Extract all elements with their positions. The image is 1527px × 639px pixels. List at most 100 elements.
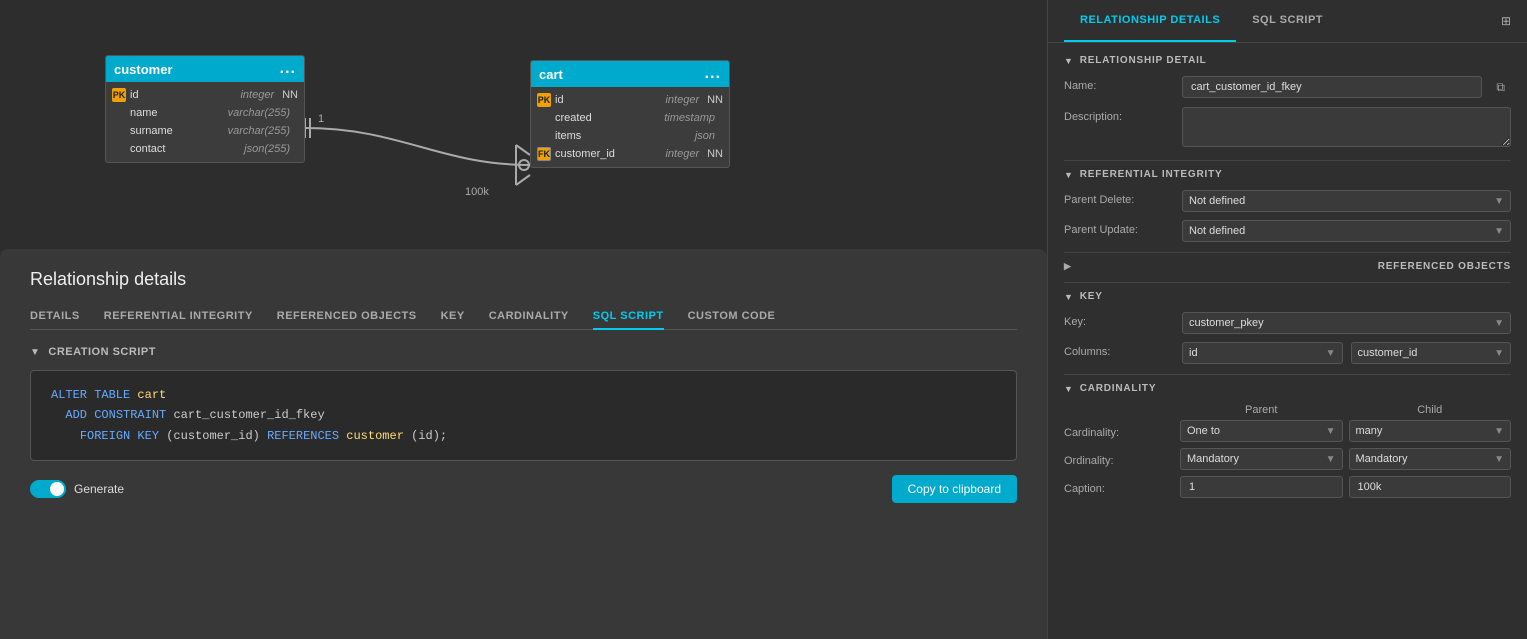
- referenced-objects-header[interactable]: ▶ REFERENCED OBJECTS: [1064, 261, 1511, 272]
- col-type: varchar(255): [228, 107, 290, 119]
- table-row: FK customer_id integer NN: [531, 145, 729, 163]
- col-name: name: [130, 107, 224, 119]
- parent-header-label: Parent: [1180, 404, 1343, 416]
- chevron-down-icon: ▼: [1488, 426, 1510, 437]
- right-tab-sql-script[interactable]: SQL SCRIPT: [1236, 0, 1339, 42]
- caption-child-value: 100k: [1349, 476, 1512, 498]
- cart-table-header[interactable]: cart ...: [531, 61, 729, 87]
- tab-cardinality[interactable]: CARDINALITY: [489, 304, 569, 330]
- right-panel-header: RELATIONSHIP DETAILS SQL SCRIPT ⊞: [1048, 0, 1527, 43]
- caption-label: Caption:: [1064, 479, 1174, 495]
- columns-left-select[interactable]: id: [1183, 343, 1320, 363]
- customer-table-menu[interactable]: ...: [280, 60, 296, 78]
- cardinality-label: Cardinality:: [1064, 423, 1174, 439]
- generate-label: Generate: [74, 482, 124, 496]
- customer-table-header[interactable]: customer ...: [106, 56, 304, 82]
- col-nn: NN: [707, 94, 723, 106]
- cardinality-parent-select-wrap: One to ▼: [1180, 420, 1343, 442]
- kw-add: ADD CONSTRAINT: [65, 408, 166, 422]
- parent-delete-value: Not defined ▼: [1182, 190, 1511, 212]
- name-input[interactable]: [1182, 76, 1482, 98]
- tab-referential-integrity[interactable]: REFERENTIAL INTEGRITY: [104, 304, 253, 330]
- customer-table-body: PK id integer NN name varchar(255) surna…: [106, 82, 304, 162]
- cart-table-menu[interactable]: ...: [705, 65, 721, 83]
- col-type: timestamp: [664, 112, 715, 124]
- table-row: items json: [531, 127, 729, 145]
- tab-sql-script[interactable]: SQL SCRIPT: [593, 304, 664, 330]
- col-type: integer: [665, 94, 699, 106]
- col-name: surname: [130, 125, 224, 137]
- ordinality-parent-select-wrap: Mandatory ▼: [1180, 448, 1343, 470]
- col-nn: NN: [282, 89, 298, 101]
- creation-script-header[interactable]: ▼ CREATION SCRIPT: [30, 346, 1017, 358]
- customer-table: customer ... PK id integer NN name varch…: [105, 55, 305, 163]
- relationship-detail-section: ▼ RELATIONSHIP DETAIL Name: ⧉ Descriptio…: [1064, 55, 1511, 150]
- ordinality-row: Ordinality: Mandatory ▼ Mandatory ▼: [1064, 448, 1511, 470]
- ordinality-parent-select[interactable]: Mandatory: [1181, 449, 1320, 469]
- key-value: customer_pkey ▼: [1182, 312, 1511, 334]
- cardinality-header[interactable]: ▼ CARDINALITY: [1064, 383, 1511, 394]
- pk-fk-icon: PK: [112, 88, 126, 102]
- description-label: Description:: [1064, 107, 1174, 123]
- parent-update-select[interactable]: Not defined: [1183, 221, 1488, 241]
- table-row: contact json(255): [106, 140, 304, 158]
- chevron-down-icon: ▼: [1320, 454, 1342, 465]
- right-header-icons: ⊞: [1501, 14, 1511, 28]
- copy-name-icon[interactable]: ⧉: [1490, 76, 1511, 99]
- description-field-row: Description:: [1064, 107, 1511, 150]
- referential-integrity-title: REFERENTIAL INTEGRITY: [1080, 169, 1223, 180]
- svg-text:100k: 100k: [465, 186, 489, 198]
- columns-right-select[interactable]: customer_id: [1352, 343, 1489, 363]
- relationship-detail-header[interactable]: ▼ RELATIONSHIP DETAIL: [1064, 55, 1511, 66]
- col-icon-empty: [112, 106, 126, 120]
- description-textarea[interactable]: [1182, 107, 1511, 147]
- chevron-down-icon: ▼: [1488, 318, 1510, 329]
- main-area: 1 100k customer ... PK id integer NN nam…: [0, 0, 1047, 639]
- key-select[interactable]: customer_pkey: [1183, 313, 1488, 333]
- key-field-row: Key: customer_pkey ▼: [1064, 312, 1511, 334]
- tbl-cart: cart: [137, 388, 166, 402]
- panel-layout-icon[interactable]: ⊞: [1501, 14, 1511, 28]
- svg-text:1: 1: [318, 113, 324, 125]
- cardinality-parent-select[interactable]: One to: [1181, 421, 1320, 441]
- cart-table-title: cart: [539, 67, 563, 82]
- cardinality-col-headers: Parent Child: [1064, 404, 1511, 416]
- tab-key[interactable]: KEY: [441, 304, 465, 330]
- chevron-down-icon: ▼: [1320, 348, 1342, 359]
- parent-update-value: Not defined ▼: [1182, 220, 1511, 242]
- col-name: contact: [130, 143, 240, 155]
- cart-table-body: PK id integer NN created timestamp items…: [531, 87, 729, 167]
- table-row: name varchar(255): [106, 104, 304, 122]
- col-type: integer: [665, 148, 699, 160]
- col-icon-empty: [537, 111, 551, 125]
- tab-details[interactable]: DETAILS: [30, 304, 80, 330]
- table-row: PK id integer NN: [531, 91, 729, 109]
- relationship-panel: Relationship details DETAILS REFERENTIAL…: [0, 249, 1047, 639]
- generate-toggle[interactable]: [30, 480, 66, 498]
- caption-parent-value: 1: [1180, 476, 1343, 498]
- parent-delete-select[interactable]: Not defined: [1183, 191, 1488, 211]
- tab-referenced-objects[interactable]: REFERENCED OBJECTS: [277, 304, 417, 330]
- tab-custom-code[interactable]: CUSTOM CODE: [688, 304, 776, 330]
- col-type: integer: [240, 89, 274, 101]
- customer-table-title: customer: [114, 62, 173, 77]
- constraint-name: cart_customer_id_fkey: [173, 408, 324, 422]
- parent-delete-row: Parent Delete: Not defined ▼: [1064, 190, 1511, 212]
- copy-to-clipboard-button[interactable]: Copy to clipboard: [892, 475, 1017, 503]
- fk-expr: (customer_id): [166, 429, 260, 443]
- col-icon-empty: [112, 124, 126, 138]
- referenced-objects-title: REFERENCED OBJECTS: [1378, 261, 1511, 272]
- name-field-row: Name: ⧉: [1064, 76, 1511, 99]
- ordinality-child-select[interactable]: Mandatory: [1350, 449, 1489, 469]
- parent-update-row: Parent Update: Not defined ▼: [1064, 220, 1511, 242]
- chevron-down-icon: ▼: [1488, 454, 1510, 465]
- columns-label: Columns:: [1064, 342, 1174, 358]
- cardinality-child-select[interactable]: many: [1350, 421, 1489, 441]
- key-header[interactable]: ▼ KEY: [1064, 291, 1511, 302]
- key-title: KEY: [1080, 291, 1103, 302]
- referential-integrity-header[interactable]: ▼ REFERENTIAL INTEGRITY: [1064, 169, 1511, 180]
- name-label: Name:: [1064, 76, 1174, 92]
- right-tab-relationship-details[interactable]: RELATIONSHIP DETAILS: [1064, 0, 1236, 42]
- kw-ref: REFERENCES: [267, 429, 339, 443]
- generate-toggle-group: Generate: [30, 480, 124, 498]
